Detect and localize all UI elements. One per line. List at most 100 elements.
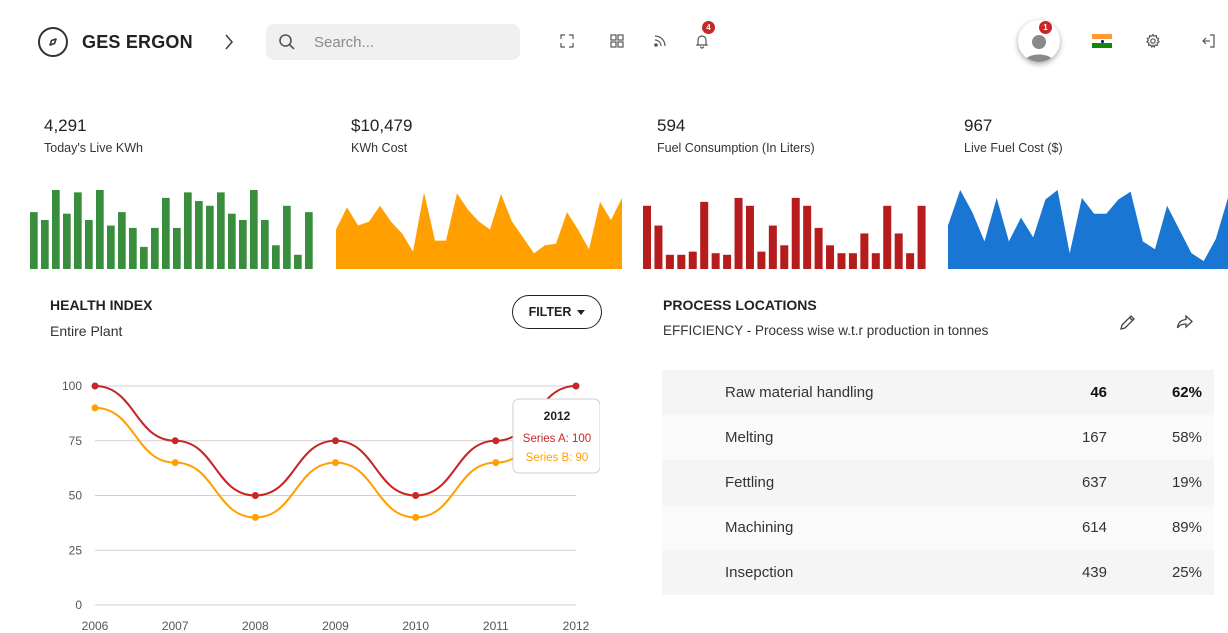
chevron-right-icon[interactable] <box>222 32 236 52</box>
table-row[interactable]: Fettling 637 19% <box>662 460 1214 505</box>
process-name: Insepction <box>725 564 794 581</box>
sparkline-bar <box>107 225 115 269</box>
sparkline-area <box>948 190 1228 269</box>
sparkline-bar <box>294 254 302 269</box>
apps-grid-icon[interactable] <box>607 31 627 51</box>
table-row[interactable]: Raw material handling 46 62% <box>662 370 1214 415</box>
sparkline-bar <box>250 190 258 269</box>
kpi-value: 594 <box>657 116 686 135</box>
sparkline-bar <box>860 233 869 269</box>
sparkline-bar <box>206 205 214 269</box>
data-point[interactable] <box>412 492 420 499</box>
data-point[interactable] <box>171 437 179 445</box>
caret-down-icon <box>577 309 586 315</box>
y-tick-label: 0 <box>75 598 82 612</box>
sparkline-bar <box>654 225 663 269</box>
sparkline-bar <box>723 254 732 269</box>
x-tick-label: 2007 <box>162 619 189 633</box>
sparkline-bar <box>63 213 71 269</box>
search-bar[interactable] <box>266 24 520 60</box>
sparkline-bar <box>768 225 777 269</box>
data-point[interactable] <box>492 459 500 467</box>
data-point[interactable] <box>251 492 259 499</box>
x-tick-label: 2009 <box>322 619 349 633</box>
kpi-fuel-consumption: 594 Fuel Consumption (In Liters) <box>657 116 815 155</box>
sparkline-bar <box>184 192 192 269</box>
data-point[interactable] <box>171 459 179 467</box>
rss-icon[interactable] <box>650 31 670 51</box>
sparkline-bar <box>665 254 674 269</box>
process-percent: 25% <box>1171 564 1202 581</box>
process-locations-title: PROCESS LOCATIONS <box>663 297 817 313</box>
data-point[interactable] <box>572 382 580 390</box>
avatar-badge: 1 <box>1039 21 1052 34</box>
tooltip-title: 2012 <box>544 409 571 423</box>
data-point[interactable] <box>332 459 339 467</box>
sparkline-bar <box>239 220 247 269</box>
y-tick-label: 25 <box>69 543 83 557</box>
sparkline-bar <box>906 253 915 269</box>
sparkline-bar <box>272 245 280 269</box>
bell-icon[interactable]: 4 <box>692 21 715 51</box>
process-table: Raw material handling 46 62% Melting 167… <box>662 370 1214 595</box>
process-value: 46 <box>1090 384 1107 401</box>
process-value: 637 <box>1081 474 1107 491</box>
x-tick-label: 2012 <box>563 619 590 633</box>
sparkline-bar <box>41 220 49 269</box>
tooltip-series-a: Series A: 100 <box>523 433 591 445</box>
data-point[interactable] <box>251 513 259 521</box>
kpi-label: KWh Cost <box>351 141 408 155</box>
sparkline-bar <box>30 212 38 269</box>
sparkline-bar <box>261 220 269 269</box>
sparkline-bar <box>734 197 743 269</box>
logout-icon[interactable] <box>1198 31 1218 51</box>
table-row[interactable]: Machining 614 89% <box>662 505 1214 550</box>
kpi-live-fuel-cost: 967 Live Fuel Cost ($) <box>964 116 1063 155</box>
tooltip-series-b: Series B: 90 <box>526 452 589 464</box>
sparkline-bar <box>195 201 203 269</box>
compass-icon <box>38 27 68 57</box>
notification-badge: 4 <box>702 21 715 34</box>
share-icon[interactable] <box>1175 312 1195 332</box>
x-tick-label: 2006 <box>82 619 109 633</box>
process-name: Raw material handling <box>725 384 874 401</box>
data-point[interactable] <box>412 513 420 521</box>
brand[interactable]: GES ERGON <box>38 27 193 57</box>
sparkline-bar <box>677 254 686 269</box>
kpi-value: 4,291 <box>44 116 87 135</box>
sparkline-bar <box>917 205 926 269</box>
health-index-title: HEALTH INDEX <box>50 297 153 313</box>
sparkline-bar <box>688 251 697 269</box>
process-value: 614 <box>1081 519 1107 536</box>
india-flag-icon[interactable] <box>1092 34 1112 49</box>
chart-tooltip: 2012 Series A: 100 Series B: 90 <box>512 398 600 474</box>
sparkline-bar <box>118 212 126 269</box>
x-tick-label: 2008 <box>242 619 269 633</box>
pencil-icon[interactable] <box>1118 312 1138 332</box>
sparkline-bar <box>96 190 104 269</box>
sparkline-bar <box>745 205 754 269</box>
sparkline-bar <box>894 233 903 269</box>
sparkline-bar <box>791 197 800 269</box>
y-tick-label: 100 <box>62 379 82 393</box>
data-point[interactable] <box>332 437 339 445</box>
kpi-label: Live Fuel Cost ($) <box>964 141 1063 155</box>
kpi-value: 967 <box>964 116 993 135</box>
gear-icon[interactable] <box>1143 31 1163 51</box>
table-row[interactable]: Insepction 439 25% <box>662 550 1214 595</box>
search-input[interactable] <box>314 33 504 51</box>
process-locations-subtitle: EFFICIENCY - Process wise w.t.r producti… <box>663 323 989 338</box>
data-point[interactable] <box>91 404 99 412</box>
fullscreen-icon[interactable] <box>557 31 577 51</box>
table-row[interactable]: Melting 167 58% <box>662 415 1214 460</box>
kpi-live-kwh: 4,291 Today's Live KWh <box>44 116 143 155</box>
process-name: Melting <box>725 429 774 446</box>
kwh-cost-sparkline <box>336 192 622 269</box>
filter-button[interactable]: FILTER <box>512 295 602 329</box>
sparkline-bar <box>814 227 823 269</box>
health-index-subtitle: Entire Plant <box>50 323 123 339</box>
sparkline-bar <box>305 212 313 269</box>
data-point[interactable] <box>492 437 500 445</box>
data-point[interactable] <box>91 382 99 390</box>
sparkline-bar <box>52 190 60 269</box>
